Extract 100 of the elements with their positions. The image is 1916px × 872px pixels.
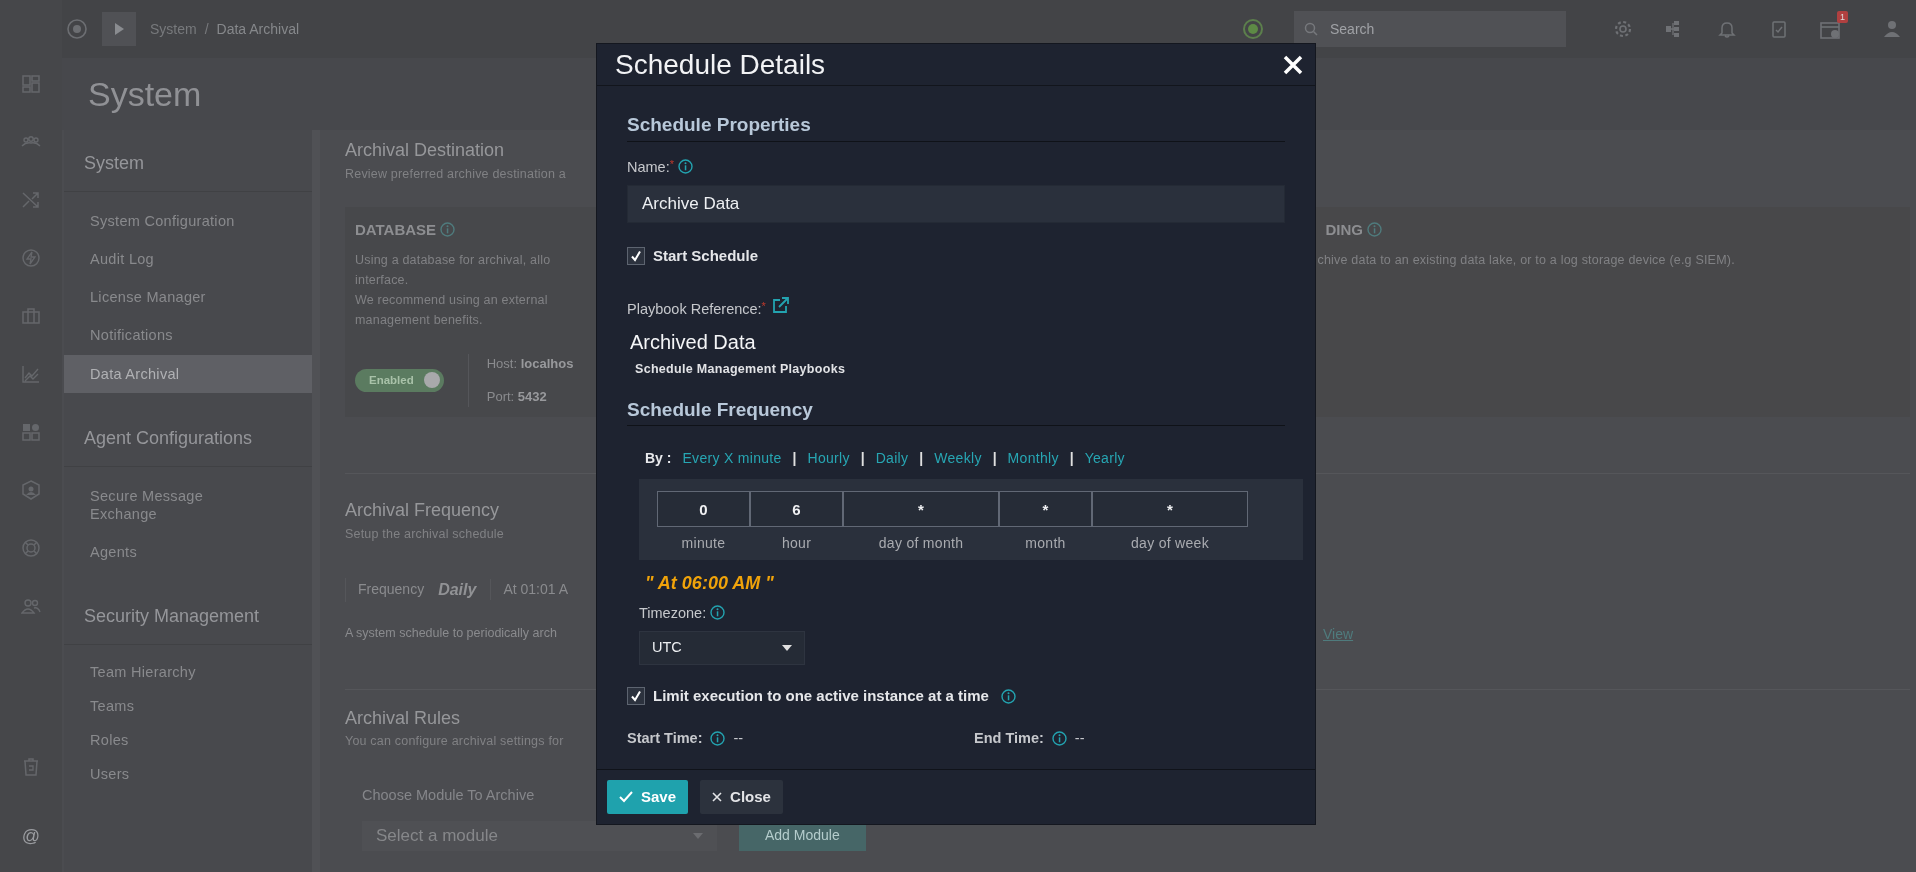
field-label: Choose Module To Archive <box>362 786 535 806</box>
play-icon <box>114 23 124 35</box>
logo-icon[interactable] <box>66 18 88 40</box>
name-field[interactable]: Archive Data <box>627 184 1285 223</box>
section-title: Archival Rules <box>345 707 461 730</box>
frequency-option[interactable]: Every X minute <box>682 448 782 470</box>
info-icon[interactable] <box>710 605 726 621</box>
checkbox-label: Limit execution to one active instance at a time <box>653 686 989 707</box>
field-value: -- <box>733 728 744 748</box>
check-icon <box>619 791 633 804</box>
cron-field[interactable]: * <box>1092 491 1248 528</box>
nav-item[interactable]: Agents <box>64 532 312 571</box>
field-label: Name: <box>627 158 670 175</box>
nav-section-heading: Agent Configurations <box>64 404 312 467</box>
info-icon[interactable] <box>1051 730 1067 746</box>
frequency-option[interactable]: Yearly <box>1084 448 1125 470</box>
frequency-option[interactable]: Monthly <box>1007 448 1059 470</box>
expand-button[interactable] <box>102 12 136 46</box>
settings-icon[interactable] <box>1613 19 1633 39</box>
checkbox-label: Start Schedule <box>653 245 759 266</box>
nav-item[interactable]: Team Hierarchy <box>64 655 312 690</box>
field-label: Playbook Reference: <box>627 301 762 318</box>
playbook-collection: Schedule Management Playbooks <box>635 360 847 378</box>
cron-label: month <box>1024 534 1067 554</box>
nav-item[interactable]: Users <box>64 757 312 792</box>
nav-item[interactable]: Data Archival <box>64 354 312 393</box>
close-icon <box>1283 55 1303 76</box>
nav-item[interactable]: License Manager <box>64 278 312 317</box>
field-value: -- <box>1074 728 1085 748</box>
cron-field[interactable]: * <box>999 491 1092 528</box>
calendar-icon[interactable] <box>1820 19 1842 40</box>
section-title: Archival Destination <box>345 140 505 162</box>
bell-icon[interactable] <box>1717 19 1737 39</box>
enabled-toggle[interactable]: Enabled <box>355 368 444 392</box>
schedule-time: At 01:01 A <box>490 579 568 601</box>
checkbox[interactable] <box>627 246 645 265</box>
nav-item[interactable]: Notifications <box>64 316 312 355</box>
check-icon <box>630 249 642 262</box>
cron-field[interactable]: 6 <box>750 491 843 528</box>
external-link-icon[interactable] <box>771 297 790 315</box>
search-field[interactable]: Search <box>1294 11 1566 47</box>
modal-title: Schedule Details <box>615 50 826 79</box>
breadcrumb-item: Data Archival <box>216 19 300 39</box>
cron-field[interactable]: 0 <box>657 491 750 528</box>
dashboard-icon[interactable] <box>21 74 41 94</box>
clipboard-icon[interactable] <box>1769 19 1789 39</box>
notification-badge: 1 <box>1837 11 1848 23</box>
separator: | <box>792 449 797 469</box>
separator: | <box>992 449 997 469</box>
lifebuoy-icon[interactable] <box>21 538 41 558</box>
user-icon[interactable] <box>1882 19 1902 39</box>
frequency-option[interactable]: Weekly <box>934 448 982 470</box>
at-sign-icon[interactable]: @ <box>21 823 41 850</box>
shield-icon[interactable] <box>21 480 41 500</box>
nav-item[interactable]: Roles <box>64 723 312 758</box>
nav-item[interactable]: Secure Message Exchange <box>64 476 264 533</box>
separator: | <box>860 449 865 469</box>
nav-section-heading: Security Management <box>64 583 312 645</box>
card-title: DING <box>1325 221 1363 239</box>
description-text: management benefits. <box>355 311 483 329</box>
frequency-option[interactable]: Daily <box>875 448 909 470</box>
nav-item[interactable]: Audit Log <box>64 240 312 279</box>
field-label: End Time: <box>974 728 1044 748</box>
timezone-dropdown[interactable]: UTC <box>639 631 805 666</box>
required-mark: * <box>761 300 766 313</box>
info-icon[interactable] <box>678 158 693 174</box>
description-text: chive data to an existing data lake, or to a log storage device (e.g SIEM). <box>1317 251 1735 269</box>
cron-label: minute <box>680 534 727 554</box>
breadcrumb-separator: / <box>204 19 209 39</box>
trash-icon[interactable] <box>21 757 41 777</box>
checkbox[interactable] <box>627 687 645 706</box>
nav-item[interactable]: Teams <box>64 689 312 724</box>
briefcase-icon[interactable] <box>21 306 41 326</box>
info-icon[interactable] <box>1000 688 1016 704</box>
caret-icon <box>782 645 792 652</box>
close-button[interactable]: Close <box>700 780 783 815</box>
cron-label: day of week <box>1130 534 1210 554</box>
apps-icon[interactable] <box>21 422 41 442</box>
frequency-option[interactable]: Hourly <box>807 448 850 470</box>
info-icon[interactable] <box>710 730 726 746</box>
schedule-note: A system schedule to periodically arch <box>345 624 558 642</box>
separator: | <box>1069 449 1074 469</box>
separator: | <box>919 449 924 469</box>
lightning-icon[interactable] <box>21 248 41 268</box>
cron-label: hour <box>780 534 813 554</box>
port-text: Port: 5432 <box>486 388 548 407</box>
playbook-name[interactable]: Archived Data <box>630 326 1285 357</box>
frequency-label: Frequency <box>358 580 425 600</box>
users-icon[interactable] <box>21 596 41 616</box>
save-button[interactable]: Save <box>607 780 689 815</box>
status-indicator-icon <box>1242 18 1264 40</box>
section-heading: Schedule Frequency <box>627 398 1285 427</box>
cron-field[interactable]: * <box>843 491 999 528</box>
card-title: DATABASE <box>355 221 437 239</box>
description-text: Using a database for archival, allo <box>355 251 551 269</box>
nav-item[interactable]: System Configuration <box>64 202 312 241</box>
host-text: Host: localhos <box>486 354 574 373</box>
shuffle-icon[interactable] <box>21 190 41 210</box>
chart-icon[interactable] <box>21 364 41 384</box>
required-mark: * <box>669 157 674 170</box>
